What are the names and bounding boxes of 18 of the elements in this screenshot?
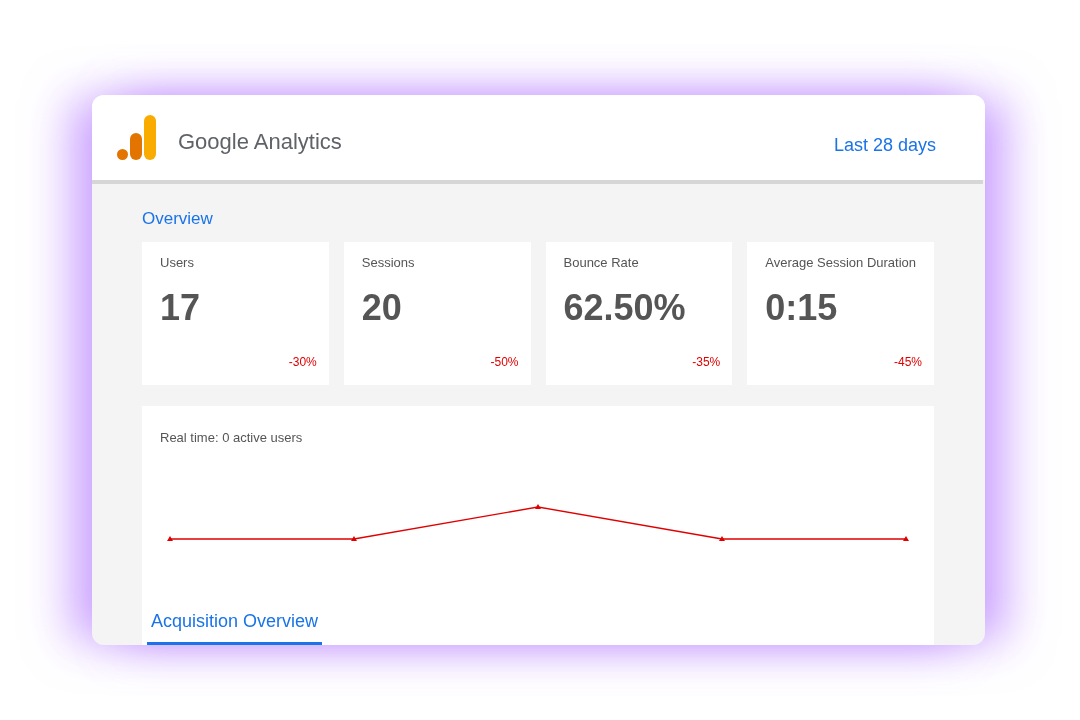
metric-change: -45% — [894, 355, 922, 369]
metric-change: -30% — [288, 355, 317, 369]
metric-value: 0:15 — [765, 287, 838, 329]
metric-label: Sessions — [361, 255, 415, 271]
metric-label: Users — [160, 255, 194, 271]
metric-value: 17 — [160, 287, 201, 329]
metric-change: -50% — [490, 355, 519, 369]
brand-name: Google Analytics — [178, 128, 342, 155]
chart-title: Real time: 0 active users — [160, 430, 303, 446]
metric-value: 20 — [361, 287, 402, 329]
tab[interactable]: Acquisition Overview — [147, 600, 323, 645]
section-title: Overview — [142, 209, 213, 229]
date-range-button[interactable]: Last 28 days — [833, 134, 936, 156]
bar-chart-logo-icon — [117, 115, 156, 160]
metric-change: -35% — [692, 355, 721, 369]
metric-value: 62.50% — [563, 287, 686, 329]
metric-label: Average Session Duration — [765, 255, 917, 271]
metric-label: Bounce Rate — [563, 255, 639, 271]
